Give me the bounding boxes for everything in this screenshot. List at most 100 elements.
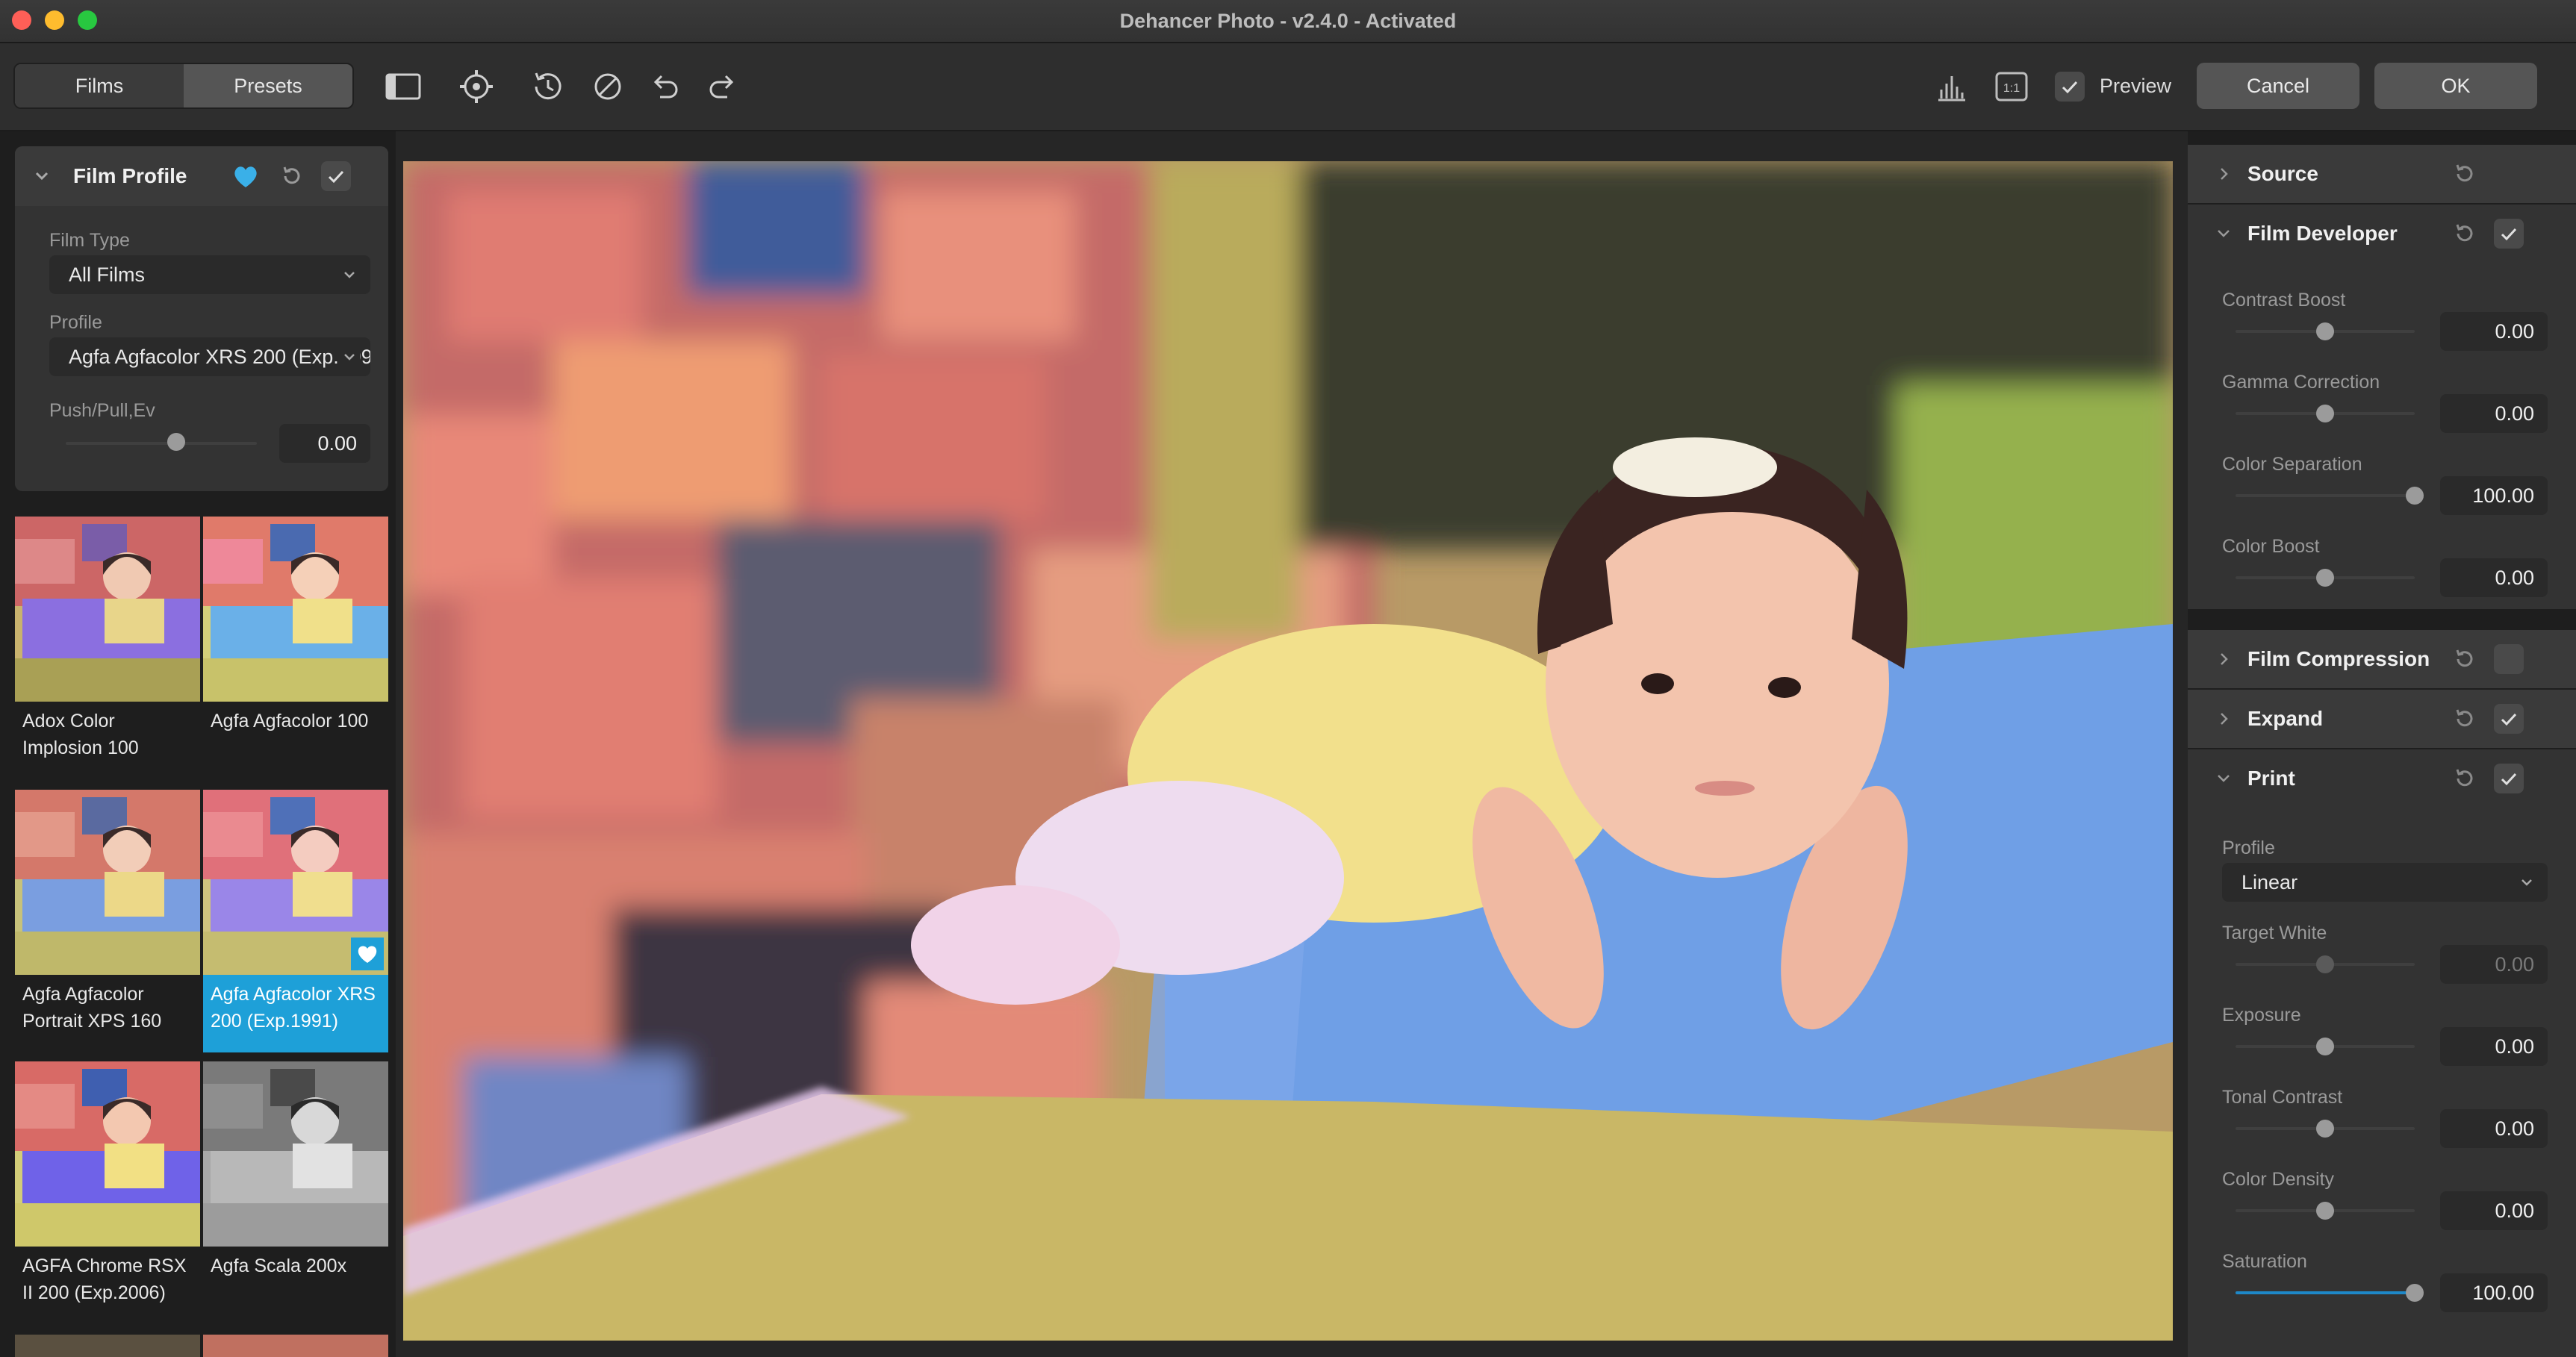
param-value[interactable]: 100.00 xyxy=(2440,476,2548,515)
print-profile-label: Profile xyxy=(2222,837,2275,858)
chevron-down-icon[interactable] xyxy=(2213,768,2234,789)
favorite-heart-icon[interactable] xyxy=(231,163,260,190)
param-slider-knob[interactable] xyxy=(2316,569,2334,587)
section-film-compression[interactable]: Film Compression xyxy=(2188,630,2576,688)
print-profile-dropdown[interactable]: Linear xyxy=(2222,863,2548,902)
film-thumbnail xyxy=(203,1061,388,1247)
film-item[interactable]: Adox Color Implosion 100 xyxy=(15,517,200,779)
chevron-right-icon[interactable] xyxy=(2213,708,2234,729)
push-pull-slider-track[interactable] xyxy=(66,442,257,445)
film-developer-enable-checkbox[interactable] xyxy=(2494,219,2524,249)
preview-checkbox[interactable] xyxy=(2055,72,2085,102)
param-slider-knob[interactable] xyxy=(2316,1120,2334,1138)
section-title: Expand xyxy=(2247,707,2324,730)
redo-icon[interactable] xyxy=(702,66,744,107)
film-item[interactable]: Agfa Agfacolor Portrait XPS 160 xyxy=(15,790,200,1052)
section-film-developer[interactable]: Film Developer xyxy=(2188,205,2576,263)
param-value[interactable]: 0.00 xyxy=(2440,312,2548,351)
param-slider-fill xyxy=(2236,1291,2415,1294)
film-type-value: All Films xyxy=(69,263,145,286)
section-source[interactable]: Source xyxy=(2188,145,2576,203)
reset-icon[interactable] xyxy=(2451,220,2477,247)
print-enable-checkbox[interactable] xyxy=(2494,764,2524,793)
param-label: Color Boost xyxy=(2222,536,2320,557)
film-thumbnail xyxy=(15,790,200,975)
cancel-button[interactable]: Cancel xyxy=(2197,63,2359,109)
section-print[interactable]: Print xyxy=(2188,749,2576,808)
reset-icon[interactable] xyxy=(2451,765,2477,792)
param-value[interactable]: 0.00 xyxy=(2440,394,2548,433)
chevron-down-icon[interactable] xyxy=(31,166,52,187)
film-item-selected[interactable]: Agfa Agfacolor XRS 200 (Exp.1991) xyxy=(203,790,388,1052)
param-slider-knob[interactable] xyxy=(2316,322,2334,340)
param-value[interactable]: 100.00 xyxy=(2440,1273,2548,1312)
history-icon[interactable] xyxy=(527,66,569,107)
param-slider-knob[interactable] xyxy=(2316,955,2334,973)
film-item[interactable]: AGFA Chrome RSX II 200 (Exp.2006) xyxy=(15,1061,200,1324)
param-row: Exposure 0.00 xyxy=(2188,1005,2576,1087)
expand-enable-checkbox[interactable] xyxy=(2494,704,2524,734)
param-slider-knob[interactable] xyxy=(2406,1284,2424,1302)
sidebar-toggle-icon[interactable] xyxy=(382,66,424,107)
param-row: Color Density 0.00 xyxy=(2188,1169,2576,1251)
left-panel: Film Profile Film Type All Films Profile… xyxy=(0,131,396,1357)
photo-preview[interactable] xyxy=(403,161,2173,1341)
reset-icon[interactable] xyxy=(2451,646,2477,673)
param-row: Gamma Correction 0.00 xyxy=(2188,372,2576,454)
param-row: Contrast Boost 0.00 xyxy=(2188,290,2576,372)
chevron-down-icon xyxy=(339,346,360,367)
reset-icon[interactable] xyxy=(278,163,305,190)
push-pull-value[interactable]: 0.00 xyxy=(279,424,370,463)
param-slider-knob[interactable] xyxy=(2406,487,2424,505)
param-slider-track[interactable] xyxy=(2236,494,2415,497)
film-item-label: Agfa Agfacolor XRS 200 (Exp.1991) xyxy=(211,984,376,1032)
tab-presets[interactable]: Presets xyxy=(184,64,352,107)
zoom-1to1-button[interactable]: 1:1 xyxy=(1991,66,2032,107)
push-pull-slider-knob[interactable] xyxy=(167,433,185,451)
chevron-right-icon[interactable] xyxy=(2213,163,2234,184)
film-item[interactable]: Agfa Agfacolor 100 xyxy=(203,517,388,779)
section-expand[interactable]: Expand xyxy=(2188,690,2576,748)
param-label: Contrast Boost xyxy=(2222,290,2346,311)
film-thumbnail xyxy=(15,1061,200,1247)
tab-films[interactable]: Films xyxy=(15,64,184,107)
param-slider-knob[interactable] xyxy=(2316,405,2334,422)
bypass-icon[interactable] xyxy=(587,66,629,107)
film-thumbnail xyxy=(15,517,200,702)
undo-icon[interactable] xyxy=(644,66,685,107)
reset-icon[interactable] xyxy=(2451,705,2477,732)
film-item-label: Adox Color Implosion 100 xyxy=(22,711,139,758)
param-value[interactable]: 0.00 xyxy=(2440,1191,2548,1230)
param-value[interactable]: 0.00 xyxy=(2440,1027,2548,1066)
chevron-down-icon xyxy=(344,272,355,278)
film-item-label: Agfa Scala 200x xyxy=(211,1255,347,1276)
param-row: Tonal Contrast 0.00 xyxy=(2188,1087,2576,1169)
film-profile-title: Film Profile xyxy=(73,164,187,187)
chevron-right-icon[interactable] xyxy=(2213,649,2234,670)
section-title: Print xyxy=(2247,767,2295,790)
section-title: Source xyxy=(2247,162,2318,185)
window-title: Dehancer Photo - v2.4.0 - Activated xyxy=(1119,10,1457,32)
film-item-label: Agfa Agfacolor 100 xyxy=(211,711,369,731)
param-slider-knob[interactable] xyxy=(2316,1202,2334,1220)
film-item[interactable]: Agfa Scala 200x xyxy=(203,1061,388,1324)
param-row: Target White 0.00 xyxy=(2188,923,2576,1005)
histogram-icon[interactable] xyxy=(1931,66,1973,107)
settings-gear-icon[interactable] xyxy=(455,66,497,107)
param-row: Saturation 100.00 xyxy=(2188,1251,2576,1333)
section-title: Film Compression xyxy=(2247,647,2430,670)
profile-dropdown[interactable]: Agfa Agfacolor XRS 200 (Exp.1991) xyxy=(49,337,370,376)
favorite-heart-icon[interactable] xyxy=(351,938,384,970)
chevron-down-icon[interactable] xyxy=(2213,223,2234,244)
param-value[interactable]: 0.00 xyxy=(2440,1109,2548,1148)
ok-button[interactable]: OK xyxy=(2374,63,2537,109)
param-value[interactable]: 0.00 xyxy=(2440,558,2548,597)
film-compression-enable-checkbox[interactable] xyxy=(2494,644,2524,674)
param-slider-knob[interactable] xyxy=(2316,1038,2334,1055)
reset-icon[interactable] xyxy=(2451,160,2477,187)
param-label: Exposure xyxy=(2222,1005,2301,1026)
film-type-dropdown[interactable]: All Films xyxy=(49,255,370,294)
film-profile-enable-checkbox[interactable] xyxy=(321,161,351,191)
param-value[interactable]: 0.00 xyxy=(2440,945,2548,984)
film-profile-header[interactable]: Film Profile xyxy=(15,146,388,206)
